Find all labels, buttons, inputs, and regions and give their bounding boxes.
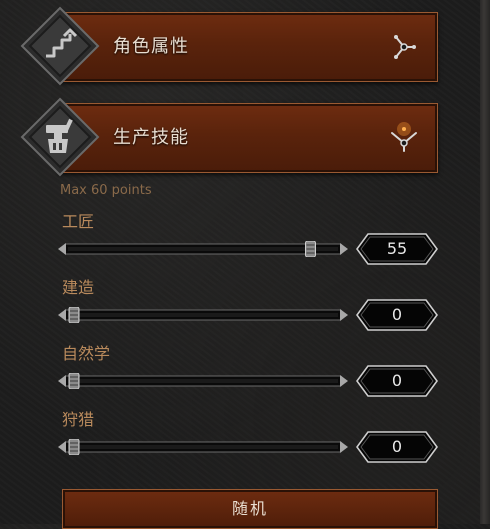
section-attributes-header[interactable]: 角色属性 (58, 12, 438, 82)
value-craftsman: 55 (386, 239, 408, 258)
slider-naturalism[interactable] (58, 373, 348, 389)
skill-label-construction: 建造 (62, 278, 95, 297)
value-box-naturalism[interactable]: 0 (356, 365, 438, 397)
slider-track (58, 307, 348, 323)
slider-thumb[interactable] (305, 241, 316, 257)
section-crafting-title: 生产技能 (113, 127, 189, 148)
section-attributes-title: 角色属性 (113, 36, 189, 57)
value-box-craftsman[interactable]: 55 (356, 233, 438, 265)
skill-label-hunting: 狩猎 (62, 410, 95, 429)
slider-craftsman[interactable] (58, 241, 348, 257)
slider-thumb[interactable] (68, 373, 80, 389)
random-button-label: 随机 (231, 499, 268, 518)
skill-label-craftsman: 工匠 (62, 212, 95, 231)
attributes-icon (20, 6, 100, 86)
slider-track (58, 241, 348, 257)
chevron-down-icon[interactable] (387, 121, 421, 155)
crafting-icon (20, 97, 100, 177)
value-hunting: 0 (391, 437, 403, 456)
value-construction: 0 (391, 305, 403, 324)
right-edge-frame (480, 0, 490, 524)
slider-thumb[interactable] (68, 439, 80, 455)
slider-track (58, 439, 348, 455)
slider-hunting[interactable] (58, 439, 348, 455)
value-naturalism: 0 (391, 371, 403, 390)
skill-label-naturalism: 自然学 (62, 344, 111, 363)
value-box-construction[interactable]: 0 (356, 299, 438, 331)
random-button[interactable]: 随机 (62, 489, 438, 529)
section-crafting-header[interactable]: 生产技能 (58, 103, 438, 173)
chevron-right-icon[interactable] (387, 30, 421, 64)
points-hint: Max 60 points (60, 183, 152, 198)
slider-construction[interactable] (58, 307, 348, 323)
slider-track (58, 373, 348, 389)
value-box-hunting[interactable]: 0 (356, 431, 438, 463)
slider-thumb[interactable] (68, 307, 80, 323)
